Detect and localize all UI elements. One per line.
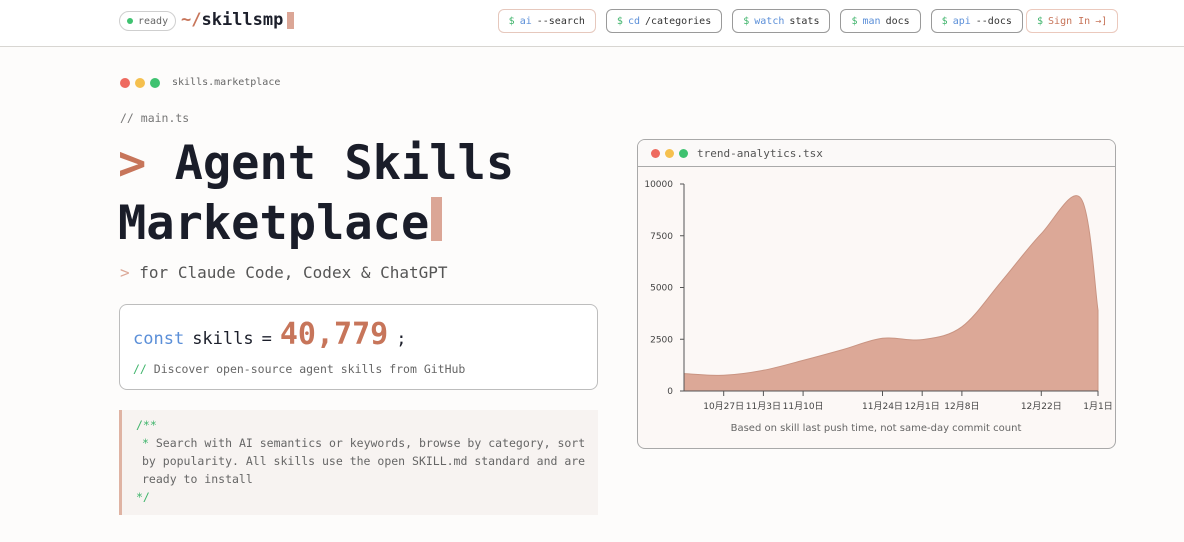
trend-chart: 0 2500 5000 7500 10000 10月27日 11月3日 11月10日 11月24… — [644, 180, 1112, 434]
window-controls — [120, 78, 160, 88]
doc-line: by popularity. All skills use the open S… — [142, 454, 586, 468]
sign-in-icon: →] — [1095, 15, 1108, 27]
y-tick-label: 5000 — [650, 284, 673, 294]
top-nav: ready ~/skillsmp $ ai --search $ cd/categori… — [0, 0, 1184, 47]
x-tick-label: 12月22日 — [1021, 401, 1062, 412]
status-text: ready — [138, 15, 169, 27]
subtitle-text: for Claude Code, Codex & ChatGPT — [139, 263, 448, 282]
nav-arg: docs — [885, 15, 910, 27]
x-tick-label: 12月8日 — [944, 401, 979, 412]
status-dot-icon — [127, 18, 133, 24]
x-tick-label: 12月1日 — [905, 401, 940, 412]
doc-line: ready to install — [142, 472, 253, 486]
maximize-dot-icon — [150, 78, 160, 88]
prompt: $ — [616, 15, 623, 27]
prompt: $ — [851, 15, 858, 27]
y-tick-label: 2500 — [650, 335, 673, 345]
area-series — [683, 195, 1099, 392]
chart-caption: Based on skill last push time, not same-… — [731, 423, 1022, 434]
nav-watch-button[interactable]: $ watch stats — [732, 9, 831, 33]
nav-man-button[interactable]: $ man docs — [840, 9, 921, 33]
semicolon: ; — [396, 329, 407, 349]
stat-comment: Discover open-source agent skills from G… — [153, 362, 466, 376]
x-tick-label: 11月10日 — [783, 401, 824, 412]
doc-star: * — [142, 436, 149, 450]
chart-window-bar: trend-analytics.tsx — [638, 140, 1115, 167]
nav-ai-button[interactable]: $ ai --search — [497, 9, 596, 33]
y-tick-label: 7500 — [650, 232, 673, 242]
cursor-icon — [431, 197, 443, 241]
logo[interactable]: ~/skillsmp — [181, 10, 295, 30]
page-title: > Agent Skills Marketplace — [118, 134, 514, 254]
subtitle: > for Claude Code, Codex & ChatGPT — [120, 263, 448, 282]
nav-arg: stats — [789, 15, 820, 27]
close-dot-icon — [120, 78, 130, 88]
minimize-dot-icon — [135, 78, 145, 88]
prompt: $ — [743, 15, 750, 27]
nav-links: $ ai --search $ cd/categories $ watch stats $ man… — [497, 9, 1116, 33]
comment-mark: // — [133, 362, 147, 376]
x-tick-label: 10月27日 — [703, 401, 744, 412]
doc-open: /** — [136, 418, 157, 432]
trend-chart-card: trend-analytics.tsx 0 2500 5000 7500 10000 10… — [637, 139, 1116, 449]
y-tick-label: 10000 — [644, 180, 673, 190]
y-tick-label: 0 — [667, 387, 673, 397]
minimize-dot-icon — [665, 148, 674, 158]
const-keyword: const — [133, 329, 185, 349]
status-badge: ready — [119, 11, 177, 31]
nav-arg: --search — [536, 15, 585, 27]
nav-cmd: ai — [519, 15, 532, 27]
subtitle-prompt: > — [120, 263, 130, 282]
equals: = — [261, 329, 272, 349]
x-tick-label: 1月1日 — [1083, 401, 1112, 412]
x-tick-label: 11月3日 — [746, 401, 781, 412]
title-line-2: Marketplace — [118, 196, 430, 251]
prompt: $ — [941, 15, 948, 27]
logo-prefix: ~/ — [181, 10, 202, 30]
chart-window-title: trend-analytics.tsx — [697, 146, 823, 160]
nav-cmd: api — [952, 15, 971, 27]
skills-count-card: const skills = 40,779 ; // Discover open… — [119, 304, 598, 390]
nav-arg: /categories — [645, 15, 712, 27]
skills-count: 40,779 — [279, 317, 389, 352]
cursor-icon — [287, 11, 295, 29]
doc-close: */ — [136, 490, 150, 504]
nav-cmd: man — [862, 15, 881, 27]
title-line-1: Agent Skills — [174, 136, 515, 191]
window-title: skills.marketplace — [172, 77, 281, 88]
x-tick-label: 11月24日 — [862, 401, 903, 412]
prompt: $ — [1037, 15, 1044, 27]
nav-cmd: cd — [627, 15, 640, 27]
sign-in-button[interactable]: $ Sign In →] — [1026, 9, 1119, 33]
var-name: skills — [192, 329, 254, 349]
file-comment: // main.ts — [120, 111, 190, 125]
sign-in-label: Sign In — [1048, 15, 1091, 27]
doc-line: Search with AI semantics or keywords, br… — [155, 436, 586, 450]
maximize-dot-icon — [679, 148, 688, 158]
close-dot-icon — [651, 148, 660, 158]
prompt: $ — [508, 15, 515, 27]
nav-cd-button[interactable]: $ cd/categories — [605, 9, 723, 33]
nav-arg: --docs — [975, 15, 1012, 27]
description-block: /** * Search with AI semantics or keywor… — [119, 410, 598, 515]
title-prompt: > — [118, 136, 147, 191]
nav-cmd: watch — [754, 15, 785, 27]
nav-api-button[interactable]: $ api --docs — [930, 9, 1023, 33]
logo-name: skillsmp — [201, 10, 284, 30]
